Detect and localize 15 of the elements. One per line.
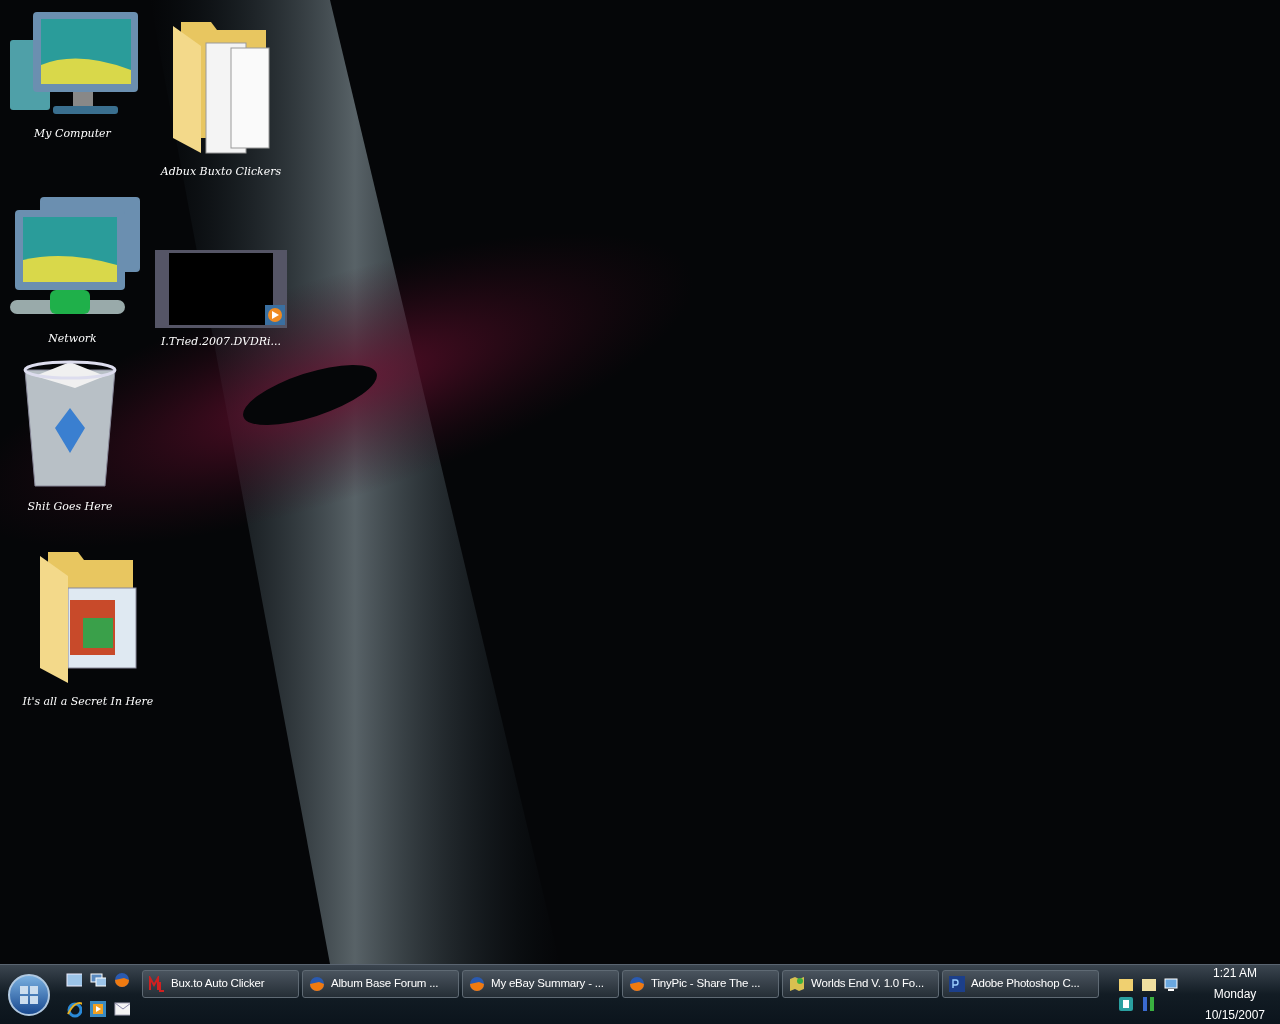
taskbar-button[interactable]: Album Base Forum ... [302, 970, 459, 998]
taskbar-button[interactable]: TinyPic - Share The ... [622, 970, 779, 998]
taskbar-button[interactable]: Worlds End V. 1.0 Fo... [782, 970, 939, 998]
desktop-icon-label[interactable]: Shit Goes Here [23, 497, 117, 516]
clock-date[interactable]: 10/15/2007 [1204, 1005, 1266, 1024]
taskbar-button[interactable]: My eBay Summary - ... [462, 970, 619, 998]
desktop-icon-label[interactable]: Adbux Buxto Clickers [156, 162, 286, 181]
desktop-icon-label[interactable]: Network [44, 329, 101, 348]
desktop-icon-label[interactable]: My Computer [30, 124, 115, 143]
desktop-icon-label[interactable]: I.Tried.2007.DVDRi... [156, 332, 286, 351]
clock-time[interactable]: 1:21 AM [1213, 963, 1257, 984]
taskbar-button[interactable]: Bux.to Auto Clicker [142, 970, 299, 998]
desktop-icon-label[interactable]: It's all a Secret In Here [18, 692, 158, 711]
taskbar-button[interactable]: Adobe Photoshop C... [942, 970, 1099, 998]
clock-day[interactable]: Monday [1213, 984, 1257, 1005]
